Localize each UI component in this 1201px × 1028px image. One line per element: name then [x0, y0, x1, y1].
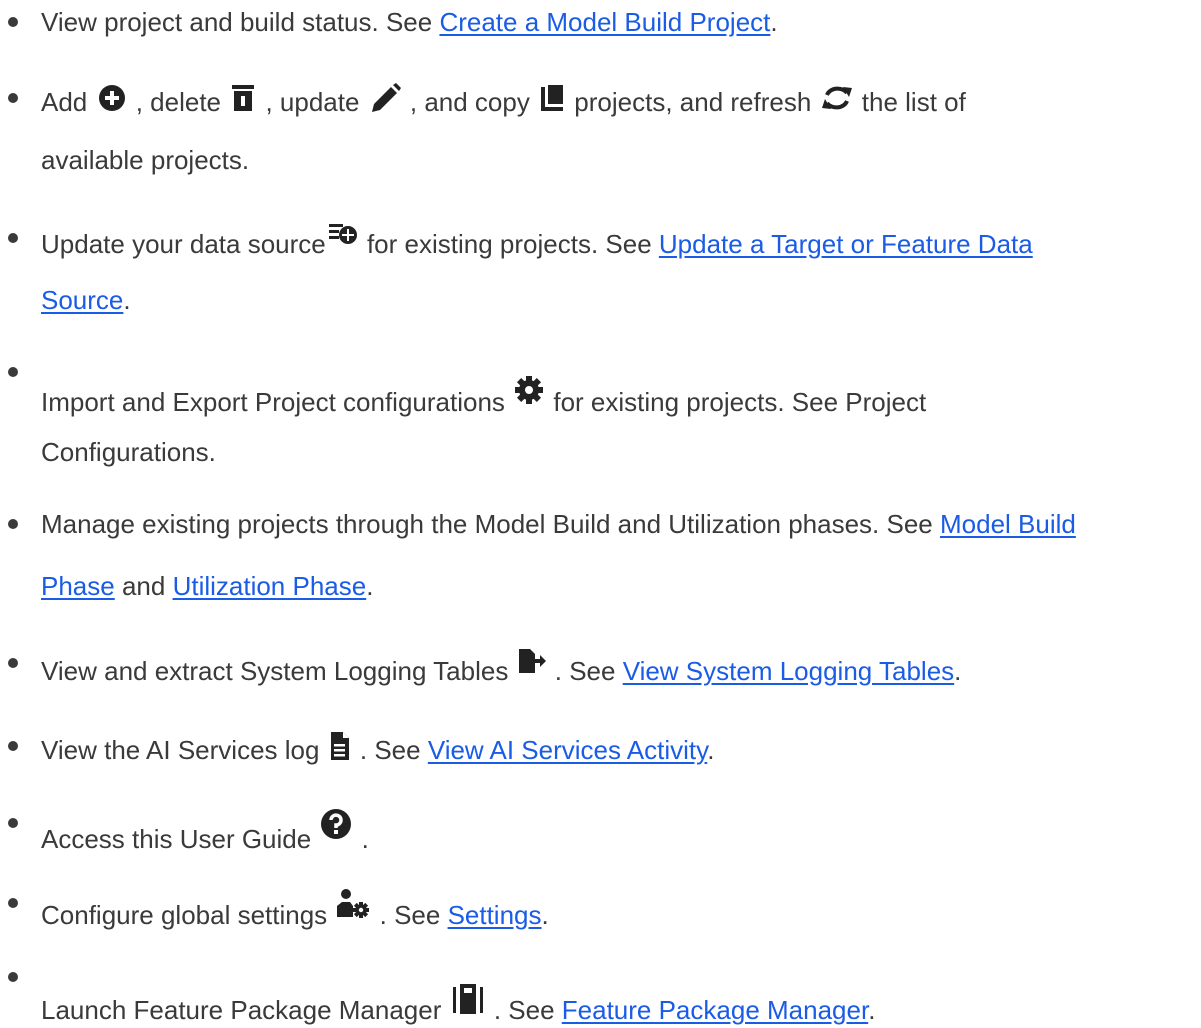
trash-icon[interactable] — [230, 83, 256, 113]
item-line: View the AI Services log . See View AI S… — [41, 731, 714, 765]
item-text: Configurations. — [41, 437, 216, 467]
link-feature-package-manager[interactable]: Feature Package Manager — [562, 995, 868, 1025]
gear-icon[interactable] — [514, 375, 544, 405]
bullet-dot — [8, 233, 18, 243]
add-circle-icon[interactable] — [97, 83, 127, 113]
item-text: . — [123, 285, 131, 315]
item-text: , delete — [128, 87, 229, 117]
item-text: available projects. — [41, 145, 250, 175]
item-line: Update your data source for existing pro… — [41, 223, 1033, 259]
feature-bullet-list: View project and build status. See Creat… — [0, 0, 1201, 1028]
document-icon[interactable] — [329, 731, 351, 761]
item-line: Source. — [41, 285, 131, 315]
item-text: , and copy — [402, 87, 538, 117]
help-circle-icon[interactable] — [320, 808, 352, 840]
item-text: Access this User Guide — [41, 824, 319, 854]
item-line: available projects. — [41, 145, 249, 175]
item-text: . — [707, 735, 715, 765]
link-view-ai-services-activity[interactable]: View AI Services Activity — [428, 735, 707, 765]
bullet-dot — [8, 898, 18, 908]
item-text: Update your data source — [41, 229, 326, 259]
bullet-dot — [8, 519, 18, 529]
item-text: . — [770, 7, 778, 37]
item-text: View the AI Services log — [41, 735, 327, 765]
item-text: and — [114, 571, 173, 601]
item-text: , update — [258, 87, 367, 117]
item-text: . See — [547, 656, 623, 686]
item-line: Phase and Utilization Phase. — [41, 571, 373, 601]
item-line: Import and Export Project configurations… — [41, 375, 926, 417]
item-text: Manage existing projects through the Mod… — [41, 509, 940, 539]
link-update-target-or-feature-data-source[interactable]: Source — [41, 285, 123, 315]
item-text: . See — [486, 995, 562, 1025]
item-text: . — [868, 995, 876, 1025]
item-text: . See — [372, 900, 448, 930]
link-model-build-phase[interactable]: Model Build — [940, 509, 1076, 539]
item-text: . — [366, 571, 374, 601]
item-text: . See — [352, 735, 428, 765]
refresh-icon[interactable] — [821, 83, 853, 113]
item-text: . — [954, 656, 962, 686]
item-text: the list of — [854, 87, 966, 117]
link-model-build-phase[interactable]: Phase — [41, 571, 115, 601]
bullet-dot — [8, 93, 18, 103]
item-text: Launch Feature Package Manager — [41, 995, 449, 1025]
item-line: Add , delete , update , and copy project… — [41, 83, 966, 117]
pencil-icon[interactable] — [369, 83, 401, 113]
link-create-model-build-project[interactable]: Create a Model Build Project — [439, 7, 770, 37]
item-text: View and extract System Logging Tables — [41, 656, 516, 686]
bullet-dot — [8, 818, 18, 828]
item-text: View project and build status. See — [41, 7, 440, 37]
link-view-system-logging-tables[interactable]: View System Logging Tables — [623, 656, 954, 686]
item-line: View project and build status. See Creat… — [41, 7, 778, 37]
item-line: Configure global settings . See Settings… — [41, 888, 549, 930]
bullet-dot — [8, 658, 18, 668]
link-settings[interactable]: Settings — [448, 900, 542, 930]
item-line: Launch Feature Package Manager . See Fea… — [41, 983, 875, 1025]
copy-icon[interactable] — [539, 83, 565, 113]
item-text: Import and Export Project configurations — [41, 387, 513, 417]
item-line: Configurations. — [41, 437, 216, 467]
item-text: for existing projects. See — [359, 229, 659, 259]
user-settings-icon[interactable] — [336, 888, 370, 918]
item-text: projects, and refresh — [567, 87, 819, 117]
bullet-dot — [8, 741, 18, 751]
item-text: Configure global settings — [41, 900, 335, 930]
item-text: for existing projects. See Project — [546, 387, 927, 417]
item-line: Access this User Guide . — [41, 808, 369, 854]
item-text: Add — [41, 87, 95, 117]
link-utilization-phase[interactable]: Utilization Phase — [173, 571, 367, 601]
item-line: Manage existing projects through the Mod… — [41, 509, 1076, 539]
item-line: View and extract System Logging Tables .… — [41, 648, 961, 686]
package-manager-icon[interactable] — [451, 983, 485, 1015]
export-log-icon[interactable] — [518, 648, 546, 674]
data-source-icon[interactable] — [328, 223, 358, 245]
link-update-target-or-feature-data-source[interactable]: Update a Target or Feature Data — [659, 229, 1033, 259]
item-text: . — [354, 824, 369, 854]
bullet-dot — [8, 972, 18, 982]
bullet-dot — [8, 17, 18, 27]
bullet-dot — [8, 367, 18, 377]
item-text: . — [541, 900, 549, 930]
